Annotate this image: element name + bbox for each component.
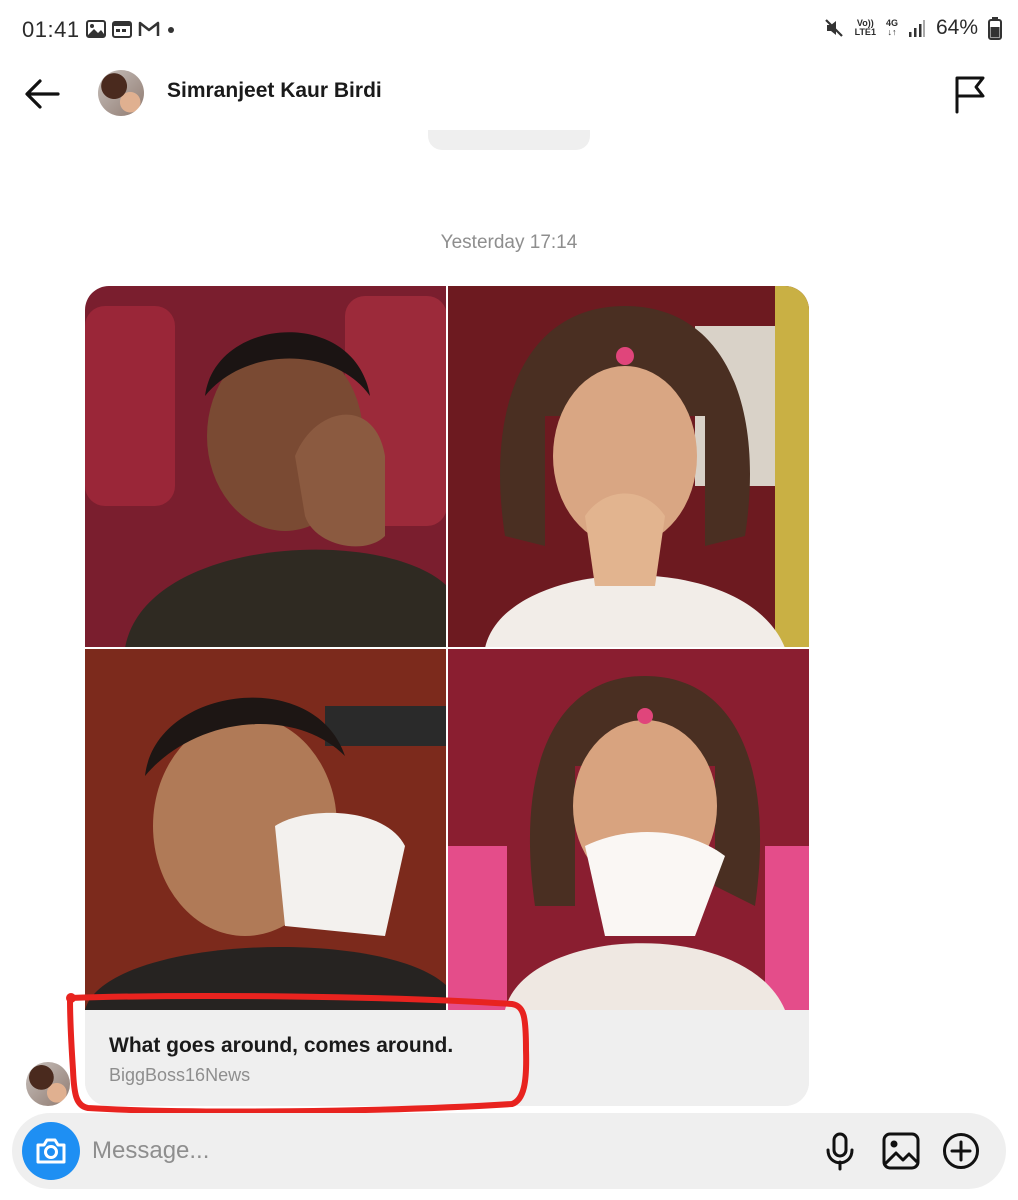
sender-avatar[interactable] (26, 1062, 70, 1106)
previous-message-bubble (428, 130, 590, 150)
status-bar: 01:41 Vo)) LTE1 4G ↓↑ 64% (0, 0, 1018, 60)
lte-label: LTE1 (854, 27, 876, 37)
contact-name[interactable]: Simranjeet Kaur Birdi (167, 79, 382, 103)
shared-post-caption-area[interactable]: What goes around, comes around. BiggBoss… (85, 1010, 809, 1106)
add-content-icon[interactable] (942, 1132, 980, 1170)
battery-percentage: 64% (935, 16, 978, 39)
message-composer (12, 1113, 1006, 1189)
volte-indicator: Vo)) LTE1 (855, 19, 876, 37)
calendar-notification-icon (112, 21, 132, 38)
system-status: Vo)) LTE1 4G ↓↑ 64% (823, 16, 1002, 40)
battery-icon (988, 17, 1002, 40)
notification-icons (86, 20, 176, 38)
status-time: 01:41 (22, 17, 80, 42)
gmail-notification-icon (138, 21, 160, 36)
post-source-account[interactable]: BiggBoss16News (109, 1065, 250, 1086)
camera-icon (36, 1138, 66, 1164)
report-flag-icon[interactable] (952, 74, 988, 114)
gallery-icon[interactable] (882, 1132, 920, 1170)
microphone-icon[interactable] (824, 1131, 856, 1171)
shared-post-image[interactable] (85, 286, 809, 1010)
camera-button[interactable] (22, 1122, 80, 1180)
network-type-indicator: 4G ↓↑ (886, 19, 898, 37)
gallery-notification-icon (86, 20, 106, 38)
back-arrow-icon[interactable] (22, 76, 62, 112)
data-arrows-icon: ↓↑ (887, 27, 897, 37)
signal-icon (908, 20, 925, 37)
post-caption: What goes around, comes around. (109, 1034, 454, 1057)
more-notifications-dot-icon (168, 27, 174, 33)
shared-post-message[interactable]: What goes around, comes around. BiggBoss… (85, 286, 809, 1106)
chat-header: Simranjeet Kaur Birdi (0, 60, 1018, 130)
mute-icon (824, 19, 843, 37)
message-input[interactable] (92, 1131, 652, 1171)
contact-avatar[interactable] (98, 70, 144, 116)
message-timestamp: Yesterday 17:14 (440, 232, 578, 253)
